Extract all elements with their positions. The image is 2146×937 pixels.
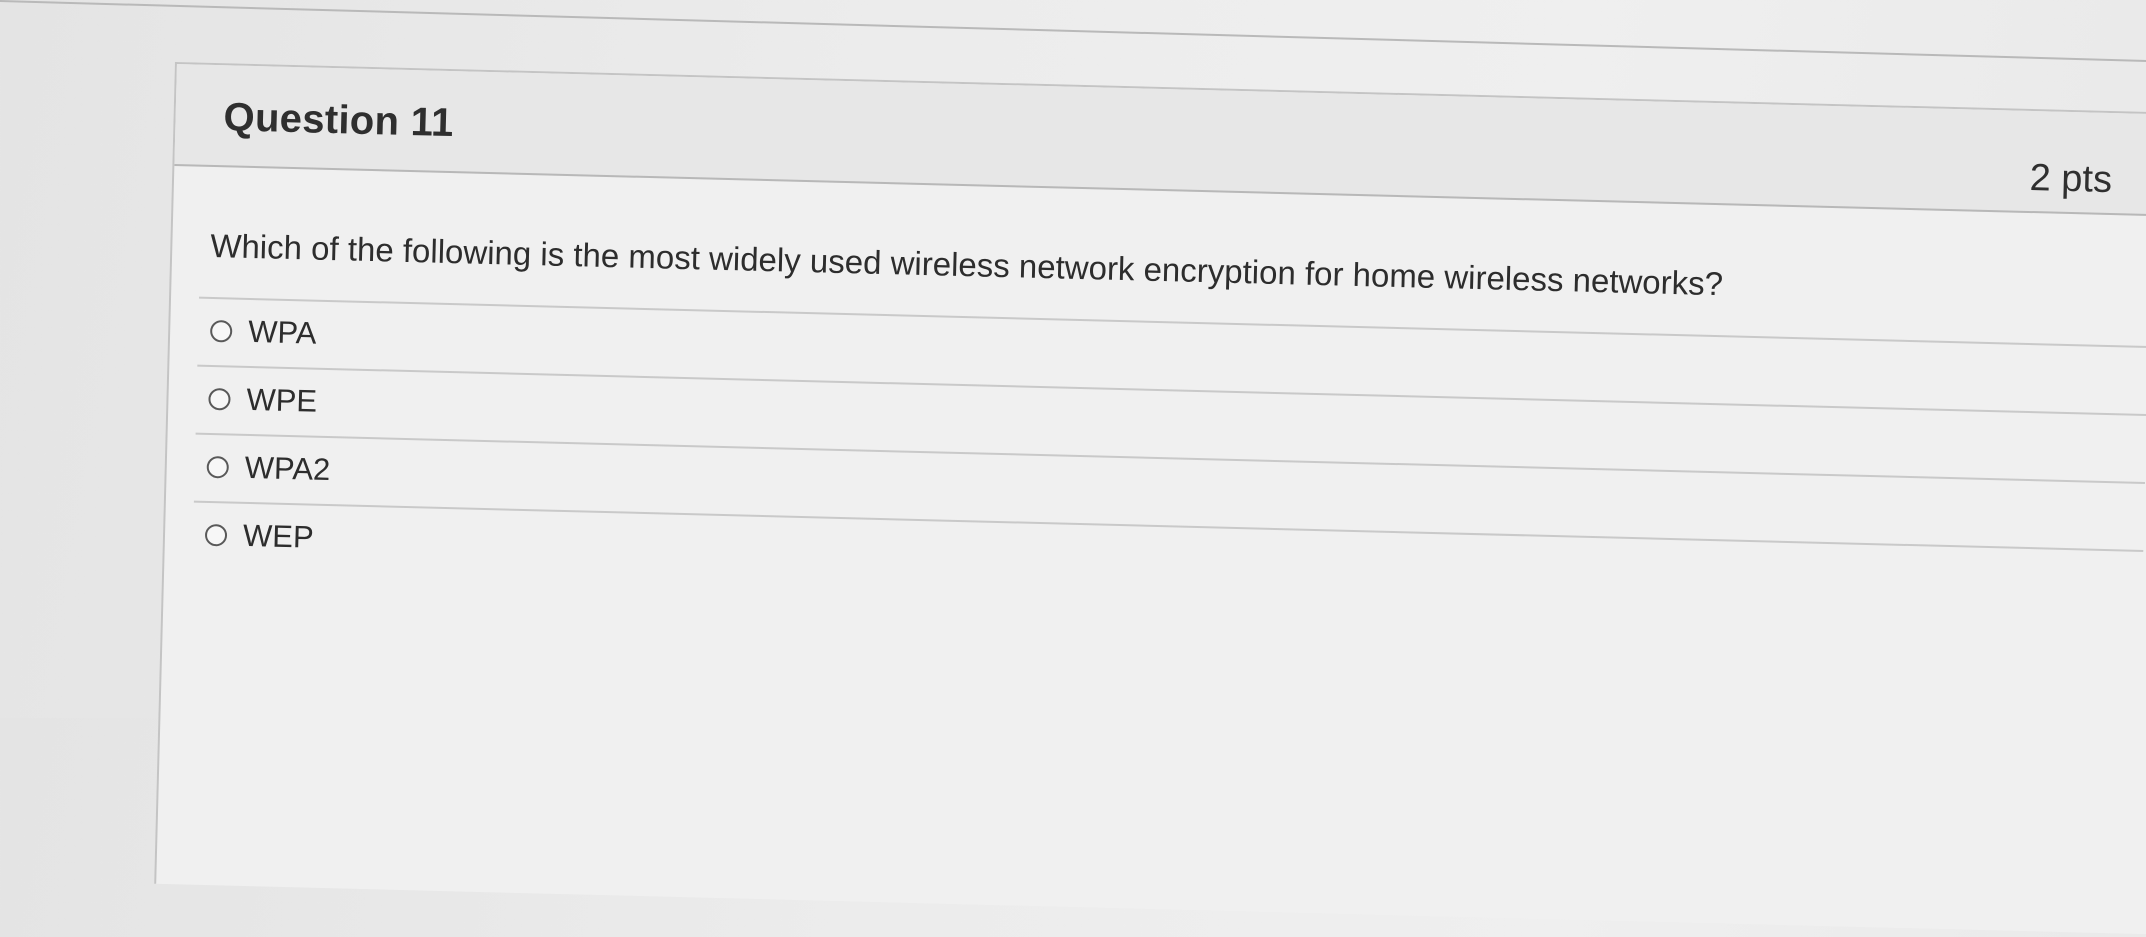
answer-divider [197,364,2146,416]
answer-label: WPA [247,313,317,351]
answer-divider [193,500,2144,552]
question-points: 2 pts [2029,156,2113,202]
answer-divider [199,296,2146,348]
question-title: Question 11 [223,95,455,146]
question-container: Question 11 2 pts Which of the following… [154,62,2146,937]
radio-button[interactable] [204,523,228,547]
question-prompt: Which of the following is the most widel… [209,226,1724,303]
radio-button[interactable] [206,455,230,479]
answer-label: WEP [242,517,315,555]
answer-option-wpa[interactable]: WPA [209,309,317,356]
radio-button[interactable] [208,387,231,411]
question-header: Question 11 2 pts [174,64,2146,220]
page-divider [0,0,2146,67]
answer-label: WPA2 [244,449,331,488]
radio-button[interactable] [209,319,233,343]
answer-option-wpa2[interactable]: WPA2 [206,445,331,492]
answer-label: WPE [246,381,318,419]
answer-divider [195,432,2146,484]
answer-option-wep[interactable]: WEP [204,513,314,560]
question-card: Question 11 2 pts Which of the following… [154,62,2146,937]
answer-option-wpe[interactable]: WPE [208,377,318,424]
